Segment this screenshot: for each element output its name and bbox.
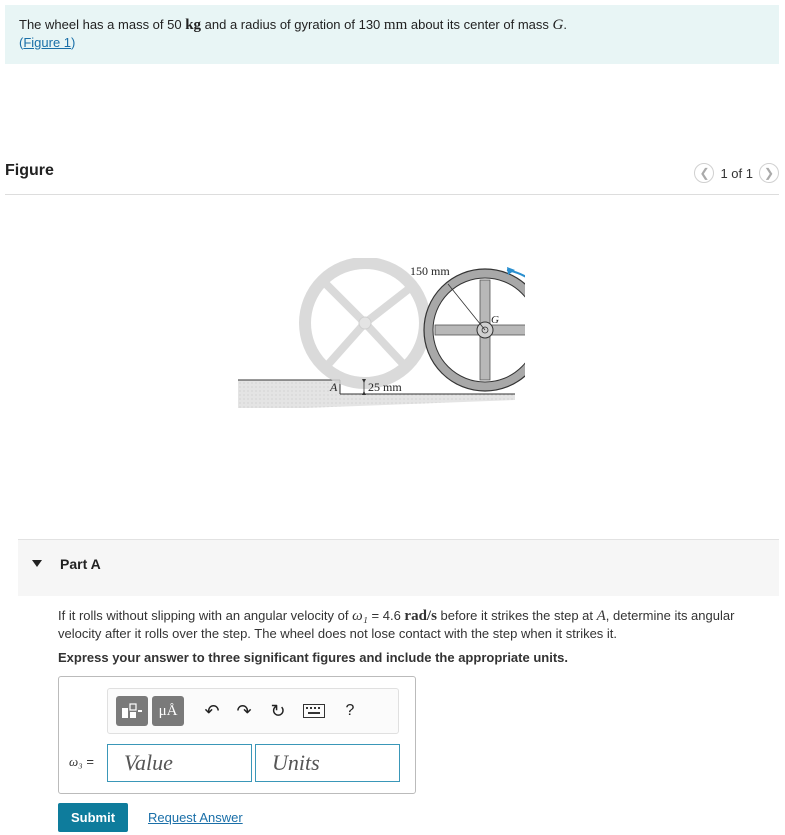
center-mass-symbol: G bbox=[552, 17, 564, 33]
ghost-wheel bbox=[299, 258, 431, 389]
equals-sign: = bbox=[82, 754, 94, 769]
reset-icon: ↻ bbox=[270, 700, 286, 721]
step-height-label: 25 mm bbox=[368, 380, 402, 394]
figure-title: Figure bbox=[5, 162, 54, 179]
radius-label: 150 mm bbox=[410, 264, 450, 278]
question-part-3: before it strikes the step at bbox=[436, 608, 597, 623]
center-label: G bbox=[491, 314, 499, 326]
question-part-1: If it rolls without slipping with an ang… bbox=[58, 608, 353, 623]
answer-instruction: Express your answer to three significant… bbox=[58, 650, 568, 665]
wheel-figure: 150 mm ω₁ G A 25 mm bbox=[238, 258, 525, 408]
question-text: If it rolls without slipping with an ang… bbox=[58, 607, 758, 642]
chevron-left-icon: ❮ bbox=[699, 166, 710, 180]
chevron-right-icon: ❯ bbox=[763, 166, 775, 180]
problem-statement: The wheel has a mass of 50 kg and a radi… bbox=[5, 5, 779, 64]
templates-icon bbox=[122, 703, 142, 718]
prev-figure-button[interactable]: ❮ bbox=[694, 163, 715, 183]
point-a-label: A bbox=[329, 380, 338, 394]
part-a-label: Part A bbox=[60, 556, 101, 572]
dim-arrow-bottom bbox=[362, 391, 366, 395]
redo-icon: ↷ bbox=[236, 700, 252, 721]
units-button[interactable]: μÅ bbox=[152, 696, 184, 726]
link-close-paren: ) bbox=[71, 35, 76, 50]
units-input[interactable]: Units bbox=[255, 744, 400, 782]
undo-button[interactable]: ↶ bbox=[200, 699, 224, 723]
keyboard-icon bbox=[303, 704, 325, 718]
value-input[interactable]: Value bbox=[107, 744, 252, 782]
question-part-2: = 4.6 bbox=[367, 608, 405, 623]
templates-button[interactable] bbox=[116, 696, 148, 726]
redo-button[interactable]: ↷ bbox=[232, 699, 256, 723]
answer-box: μÅ ↶ ↷ ↻ ? ω₃ = Value Units bbox=[58, 676, 416, 794]
mass-unit: kg bbox=[185, 17, 202, 33]
collapse-triangle-icon[interactable] bbox=[32, 560, 42, 567]
omega-symbol: ω₁ bbox=[352, 608, 368, 624]
request-answer-link[interactable]: Request Answer bbox=[148, 810, 243, 825]
radius-unit: mm bbox=[383, 17, 408, 33]
undo-icon: ↶ bbox=[204, 700, 220, 721]
keyboard-button[interactable] bbox=[302, 699, 326, 723]
submit-button[interactable]: Submit bbox=[58, 803, 128, 832]
point-a-symbol: A bbox=[596, 608, 606, 624]
answer-variable-label: ω₃ = bbox=[69, 754, 94, 770]
pager-text: 1 of 1 bbox=[720, 165, 753, 181]
part-a-header[interactable]: Part A bbox=[18, 539, 779, 596]
figure-divider bbox=[5, 194, 779, 195]
math-toolbar: μÅ ↶ ↷ ↻ ? bbox=[107, 688, 399, 734]
angular-velocity-unit: rad/s bbox=[404, 608, 437, 624]
figure-link[interactable]: Figure 1 bbox=[23, 35, 71, 50]
help-button[interactable]: ? bbox=[338, 699, 362, 723]
figure-pager: ❮ 1 of 1 ❯ bbox=[694, 163, 779, 183]
problem-text-2: and a radius of gyration of 130 bbox=[201, 17, 384, 32]
problem-text-4: . bbox=[563, 17, 567, 32]
next-figure-button[interactable]: ❯ bbox=[759, 163, 779, 183]
reset-button[interactable]: ↻ bbox=[266, 699, 290, 723]
main-wheel bbox=[423, 268, 525, 392]
problem-text-3: about its center of mass bbox=[407, 17, 553, 32]
problem-text-1: The wheel has a mass of 50 bbox=[19, 17, 186, 32]
answer-variable: ω₃ bbox=[69, 754, 83, 769]
